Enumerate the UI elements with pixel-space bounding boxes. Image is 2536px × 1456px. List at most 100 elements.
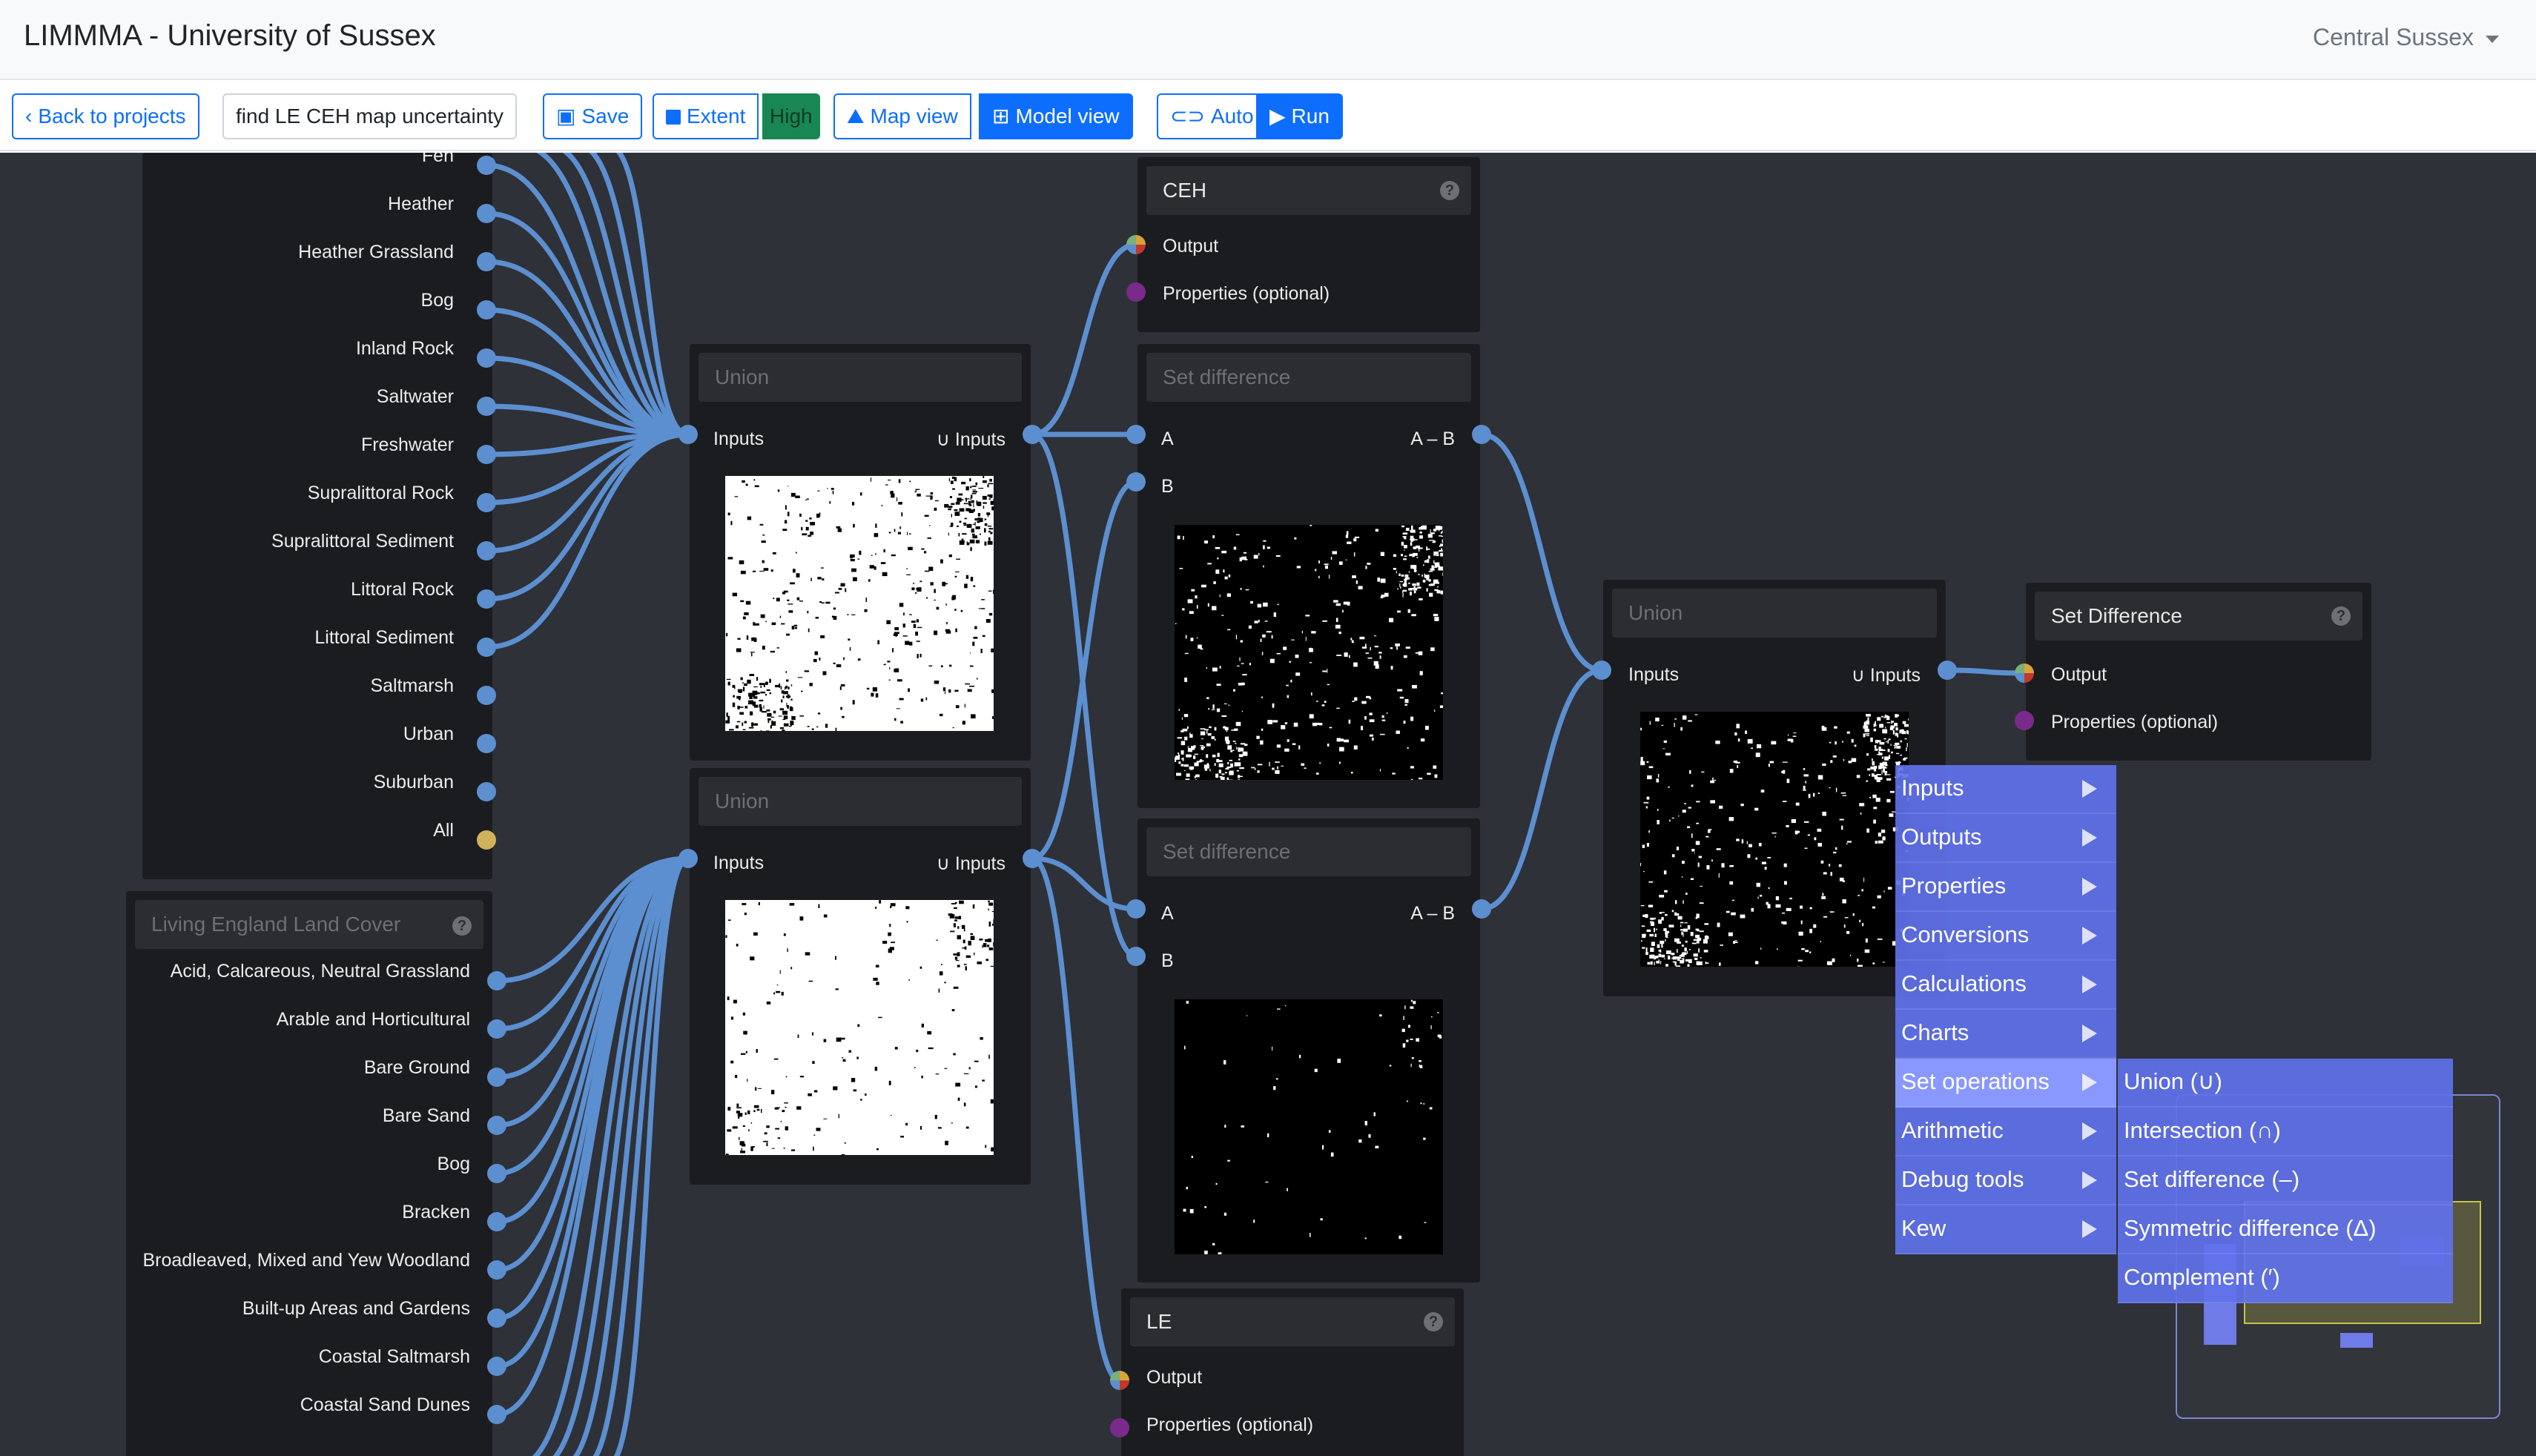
le-output-port[interactable] (487, 1212, 506, 1231)
ceh-output-port[interactable] (477, 348, 496, 368)
submenu-item-4[interactable]: Complement (′) (2118, 1254, 2453, 1303)
help-icon[interactable]: ? (1440, 181, 1459, 200)
le-output-port[interactable] (487, 971, 506, 990)
ceh-node[interactable]: CEH ? Output Properties (optional) (1137, 157, 1480, 332)
model-view-label: Model view (1015, 105, 1120, 128)
le-output-port[interactable] (487, 1116, 506, 1135)
ceh-output-label: Supralittoral Rock (307, 483, 454, 503)
menu-item-arithmetic[interactable]: Arithmetic (1895, 1108, 2116, 1156)
chevron-right-icon (2082, 976, 2097, 993)
set-difference-output-node[interactable]: Set Difference ? Output Properties (opti… (2026, 583, 2371, 761)
le-output-label: Bare Ground (363, 1057, 470, 1078)
union-input-port[interactable] (1592, 661, 1611, 680)
ceh-output-port[interactable] (477, 686, 496, 705)
connection-wire (1031, 242, 1137, 437)
quality-badge[interactable]: High (762, 93, 820, 139)
ceh-output-port[interactable] (1126, 235, 1146, 254)
help-icon[interactable]: ? (1424, 1312, 1443, 1331)
save-button[interactable]: ▣ Save (543, 93, 643, 139)
le-output-port[interactable] (487, 1019, 506, 1039)
set-difference-a-port[interactable] (1126, 425, 1146, 444)
help-icon[interactable]: ? (2331, 606, 2351, 626)
ceh-properties-port[interactable] (1126, 282, 1146, 302)
set-difference-b-port[interactable] (1126, 472, 1146, 492)
set-difference-node-2[interactable]: Set difference A B A – B (1137, 818, 1480, 1283)
toolbar: ‹ Back to projects find LE CEH map uncert… (0, 80, 2536, 151)
ceh-layers-node[interactable]: Fen Heather Heather Grassland Bog Inland Roc… (142, 153, 492, 879)
region-dropdown[interactable]: Central Sussex (2313, 24, 2499, 51)
submenu-item-2[interactable]: Set difference (–) (2118, 1156, 2453, 1205)
node-title: Union (699, 353, 1022, 402)
union-output-port[interactable] (1023, 425, 1042, 444)
le-output-port[interactable] (1110, 1371, 1129, 1390)
ceh-output-port[interactable] (477, 204, 496, 223)
minimap-node (2340, 1333, 2373, 1348)
union-output-port[interactable] (1023, 849, 1042, 868)
set-difference-output-port[interactable] (1472, 899, 1491, 919)
chevron-right-icon (2082, 878, 2097, 896)
help-icon[interactable]: ? (452, 916, 472, 936)
set-difference-b-port[interactable] (1126, 947, 1146, 966)
menu-item-calculations[interactable]: Calculations (1895, 961, 2116, 1010)
le-output-port[interactable] (487, 1405, 506, 1424)
submenu-item-0[interactable]: Union (∪) (2118, 1059, 2453, 1108)
ceh-output-port[interactable] (477, 638, 496, 657)
submenu-item-3[interactable]: Symmetric difference (Δ) (2118, 1205, 2453, 1254)
menu-item-debug-tools[interactable]: Debug tools (1895, 1156, 2116, 1205)
le-output-label: Bare Sand (382, 1105, 470, 1126)
project-name-field[interactable]: find LE CEH map uncertainty (222, 93, 518, 139)
menu-item-conversions[interactable]: Conversions (1895, 912, 2116, 961)
ceh-output-port[interactable] (477, 589, 496, 609)
output-port[interactable] (2015, 664, 2034, 683)
submenu-item-label: Intersection (∩) (2124, 1117, 2281, 1143)
ceh-output-port[interactable] (477, 300, 496, 320)
auto-toggle[interactable]: ⊂⊃ Auto (1157, 93, 1267, 139)
menu-item-inputs[interactable]: Inputs (1895, 765, 2116, 814)
ceh-output-port[interactable] (477, 397, 496, 416)
connection-wire (1481, 431, 1602, 673)
le-output-label: Arable and Horticultural (276, 1009, 470, 1030)
ceh-output-port[interactable] (477, 156, 496, 175)
submenu-item-1[interactable]: Intersection (∩) (2118, 1108, 2453, 1156)
properties-port[interactable] (2015, 711, 2034, 730)
le-output-port[interactable] (487, 1068, 506, 1087)
set-difference-a-port[interactable] (1126, 899, 1146, 919)
model-view-button[interactable]: ⊞ Model view (979, 93, 1133, 139)
union-node-2[interactable]: Union Inputs ∪ Inputs (690, 768, 1031, 1185)
le-output-port[interactable] (487, 1357, 506, 1376)
le-node[interactable]: LE ? Output Properties (optional) (1121, 1288, 1464, 1456)
union-node-1[interactable]: Union Inputs ∪ Inputs (690, 344, 1031, 761)
ceh-output-port[interactable] (477, 493, 496, 512)
ceh-output-label: Littoral Rock (351, 579, 454, 600)
extent-button[interactable]: Extent (653, 93, 759, 139)
le-output-label: Coastal Sand Dunes (300, 1394, 470, 1415)
ceh-output-port[interactable] (477, 541, 496, 560)
menu-item-charts[interactable]: Charts (1895, 1010, 2116, 1059)
run-button[interactable]: ▶ Run (1256, 93, 1343, 139)
menu-item-kew[interactable]: Kew (1895, 1205, 2116, 1254)
set-difference-node-1[interactable]: Set difference A B A – B (1137, 344, 1480, 808)
ceh-output-label: Heather (388, 193, 454, 214)
back-to-projects-button[interactable]: ‹ Back to projects (12, 93, 199, 139)
living-england-node[interactable]: Living England Land Cover ? Acid, Calcar… (126, 891, 492, 1456)
le-output-port[interactable] (487, 1164, 506, 1183)
union-output-label: ∪ Inputs (1851, 665, 1921, 686)
ceh-output-port[interactable] (477, 734, 496, 753)
union-output-port[interactable] (1938, 661, 1957, 680)
union-input-port[interactable] (678, 425, 698, 444)
ceh-output-port[interactable] (477, 782, 496, 801)
le-properties-port[interactable] (1110, 1418, 1129, 1437)
le-output-port[interactable] (487, 1260, 506, 1280)
ceh-output-port[interactable] (477, 445, 496, 464)
set-difference-output-port[interactable] (1472, 425, 1491, 444)
menu-item-set-operations[interactable]: Set operations (1895, 1059, 2116, 1108)
ceh-output-port[interactable] (477, 830, 496, 850)
union-node-3[interactable]: Union Inputs ∪ Inputs (1603, 580, 1946, 996)
menu-item-outputs[interactable]: Outputs (1895, 814, 2116, 863)
union-input-port[interactable] (678, 849, 698, 868)
model-canvas[interactable]: Fen Heather Heather Grassland Bog Inland Roc… (0, 153, 2536, 1456)
map-view-button[interactable]: ⛰ Map view (833, 93, 971, 139)
ceh-output-port[interactable] (477, 252, 496, 271)
menu-item-properties[interactable]: Properties (1895, 863, 2116, 912)
le-output-port[interactable] (487, 1308, 506, 1328)
